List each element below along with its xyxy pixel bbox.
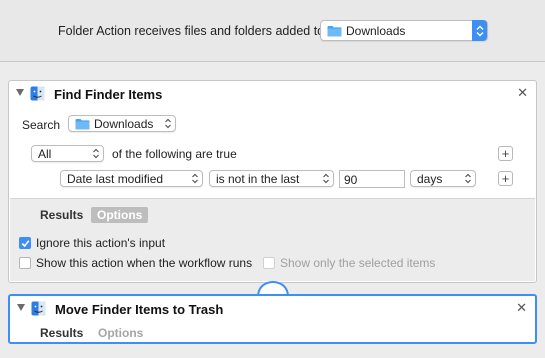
add-condition-button[interactable]: +	[498, 171, 513, 186]
search-location-value: Downloads	[94, 116, 154, 131]
condition-attribute-value: Date last modified	[67, 171, 164, 186]
action-header: Move Finder Items to Trash ✕	[10, 296, 535, 322]
tab-results[interactable]: Results	[34, 325, 89, 341]
tab-options[interactable]: Options	[91, 207, 149, 223]
action-header: Find Finder Items ✕	[9, 81, 536, 107]
chevron-updown-icon	[472, 20, 487, 41]
finder-icon	[30, 86, 45, 101]
show-when-runs-label: Show this action when the workflow runs	[36, 256, 253, 270]
condition-operator-popup[interactable]: is not in the last	[209, 170, 334, 187]
workflow-input-bar: Folder Action receives files and folders…	[0, 0, 545, 62]
condition-unit-value: days	[417, 171, 443, 186]
disclosure-triangle-icon[interactable]	[16, 89, 24, 96]
condition-unit-popup[interactable]: days	[410, 170, 476, 187]
target-folder-value: Downloads	[346, 23, 406, 38]
workflow-input-label: Folder Action receives files and folders…	[58, 24, 325, 38]
show-selected-only-label: Show only the selected items	[280, 256, 436, 270]
chevron-updown-icon	[187, 170, 202, 187]
condition-value-field[interactable]: 90	[339, 170, 405, 188]
match-suffix-label: of the following are true	[112, 147, 237, 161]
show-selected-only-checkbox[interactable]	[263, 257, 275, 269]
move-to-trash-action: Move Finder Items to Trash ✕ Results Opt…	[8, 294, 537, 344]
show-when-runs-checkbox[interactable]	[19, 257, 31, 269]
tab-results[interactable]: Results	[34, 207, 89, 223]
chevron-updown-icon	[318, 170, 333, 187]
condition-operator-value: is not in the last	[216, 171, 300, 186]
folder-icon	[75, 118, 90, 129]
checkmark-icon	[21, 240, 30, 248]
action-title: Find Finder Items	[54, 87, 163, 102]
match-mode-popup[interactable]: All	[31, 145, 104, 162]
chevron-updown-icon	[160, 115, 175, 132]
disclosure-triangle-icon[interactable]	[17, 304, 25, 311]
ignore-input-checkbox[interactable]	[19, 237, 31, 249]
finder-icon	[31, 301, 46, 316]
close-icon[interactable]: ✕	[516, 301, 527, 314]
find-finder-items-action: Find Finder Items ✕ Search Downloads All…	[8, 80, 537, 283]
action-title: Move Finder Items to Trash	[55, 302, 224, 317]
tab-options[interactable]: Options	[92, 325, 149, 341]
add-condition-group-button[interactable]: +	[498, 146, 513, 161]
close-icon[interactable]: ✕	[517, 86, 528, 99]
match-mode-value: All	[38, 146, 52, 161]
chevron-updown-icon	[88, 145, 103, 162]
target-folder-popup[interactable]: Downloads	[320, 20, 488, 41]
action-options-area: Results Options Ignore this action's inp…	[10, 198, 535, 281]
folder-icon	[327, 25, 342, 36]
search-location-popup[interactable]: Downloads	[68, 115, 176, 132]
chevron-updown-icon	[460, 170, 475, 187]
ignore-input-label: Ignore this action's input	[36, 236, 166, 250]
condition-attribute-popup[interactable]: Date last modified	[60, 170, 203, 187]
search-label: Search	[22, 118, 61, 132]
